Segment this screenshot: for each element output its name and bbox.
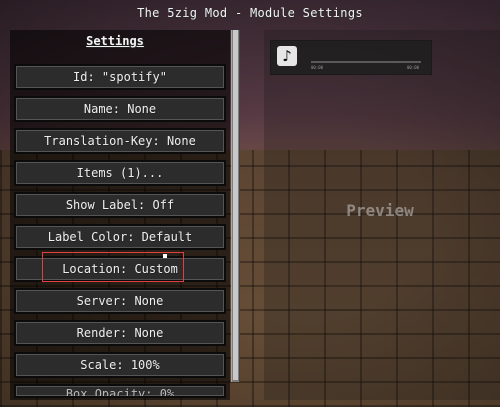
settings-panel: Settings Id: "spotify" Name: None Transl… <box>10 30 230 400</box>
setting-button-server[interactable]: Server: None <box>14 288 226 314</box>
mouse-cursor-icon <box>163 254 167 258</box>
setting-button-render[interactable]: Render: None <box>14 320 226 346</box>
scrollbar-thumb[interactable] <box>233 30 238 380</box>
settings-header: Settings <box>86 34 144 48</box>
setting-button-box-opacity[interactable]: Box Opacity: 0% <box>14 384 226 398</box>
setting-button-translation-key[interactable]: Translation-Key: None <box>14 128 226 154</box>
music-note-icon: ♪ <box>277 46 297 66</box>
setting-button-show-label[interactable]: Show Label: Off <box>14 192 226 218</box>
setting-button-items[interactable]: Items (1)... <box>14 160 226 186</box>
music-time-start: 00:00 <box>311 65 324 70</box>
setting-button-id[interactable]: Id: "spotify" <box>14 64 226 90</box>
music-widget: ♪ 00:00 00:00 <box>270 40 432 75</box>
window-title: The 5zig Mod - Module Settings <box>137 6 363 20</box>
music-time-end: 00:00 <box>407 65 420 70</box>
settings-scrollbar[interactable] <box>231 30 240 382</box>
setting-button-label-color[interactable]: Label Color: Default <box>14 224 226 250</box>
music-progress-track <box>311 61 421 63</box>
preview-label: Preview <box>346 201 414 220</box>
setting-button-scale[interactable]: Scale: 100% <box>14 352 226 378</box>
setting-button-name[interactable]: Name: None <box>14 96 226 122</box>
